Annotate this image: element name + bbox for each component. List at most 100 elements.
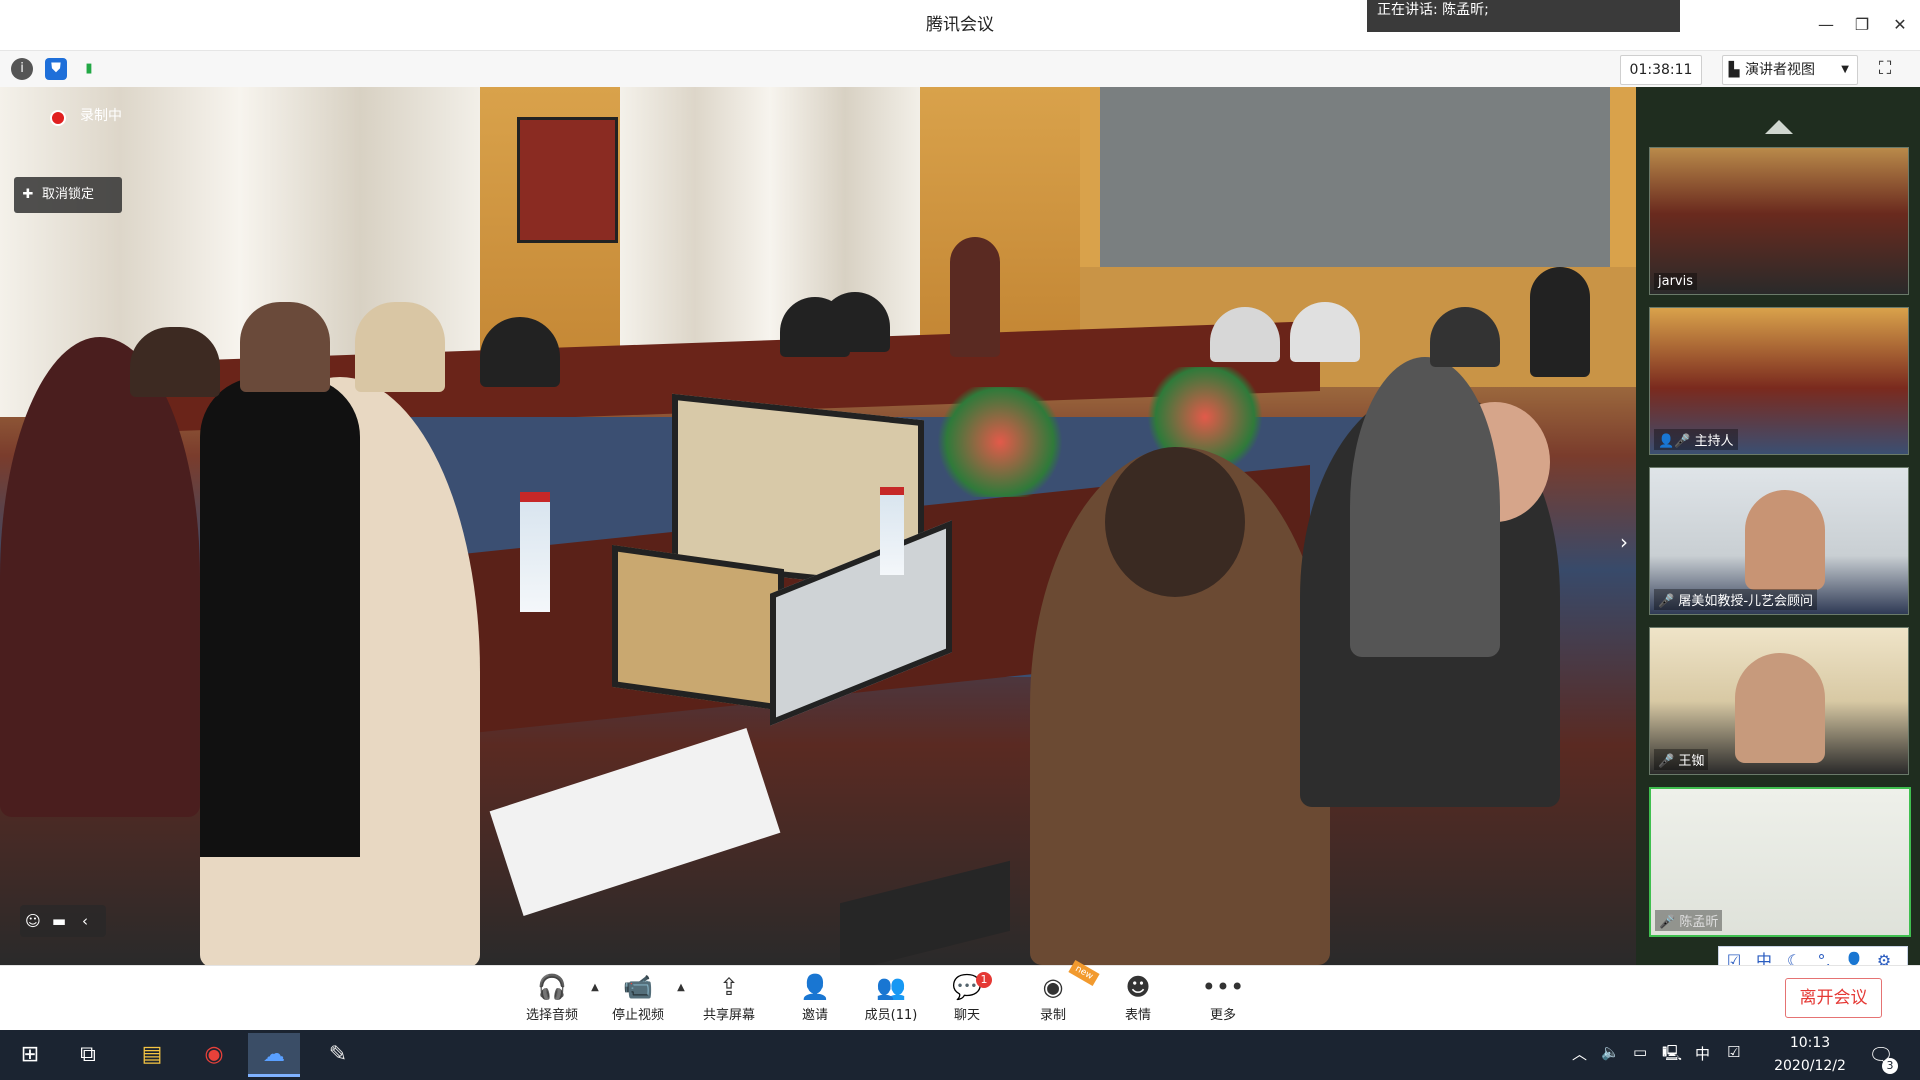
file-explorer-icon[interactable]: ▤ bbox=[126, 1033, 178, 1077]
tile-label-text: 主持人 bbox=[1694, 434, 1734, 449]
share-screen-icon: ⇪ bbox=[718, 973, 740, 1001]
participant-face bbox=[1735, 653, 1825, 763]
reactions-button[interactable]: ☻ 表情 bbox=[1099, 970, 1177, 1026]
chevron-right-icon[interactable]: › bbox=[1620, 530, 1628, 554]
unlock-label: 取消锁定 bbox=[42, 187, 95, 202]
chat-unread-badge: 1 bbox=[976, 972, 992, 988]
gallery-scroll-up-icon[interactable] bbox=[1765, 120, 1793, 134]
wood-panel bbox=[920, 87, 1080, 337]
tile-label: 🎤 屠美如教授-儿艺会顾问 bbox=[1654, 589, 1818, 610]
layout-icon: ▙ bbox=[1728, 62, 1740, 78]
view-mode-dropdown[interactable]: ▙ 演讲者视图 ▼ bbox=[1722, 55, 1858, 85]
person bbox=[355, 302, 445, 392]
person bbox=[240, 302, 330, 392]
person-hair bbox=[200, 377, 360, 857]
members-button[interactable]: 👥 成员(11) bbox=[852, 970, 930, 1026]
network-icon[interactable]: 🖳 bbox=[1662, 1043, 1682, 1068]
emoji-icon[interactable]: ☺ bbox=[20, 905, 46, 937]
clock-time[interactable]: 10:13 bbox=[1770, 1035, 1850, 1051]
ime-indicator[interactable]: 中 bbox=[1695, 1043, 1710, 1064]
recording-label: 录制中 bbox=[80, 108, 122, 124]
person bbox=[1350, 357, 1500, 657]
leave-meeting-button[interactable]: 离开会议 bbox=[1785, 978, 1882, 1018]
water-bottle bbox=[520, 492, 550, 612]
button-label: 更多 bbox=[1209, 1008, 1236, 1023]
chat-bubble-icon[interactable]: ▬ bbox=[46, 905, 72, 937]
headset-icon: 🎧 bbox=[537, 973, 567, 1001]
minimize-button[interactable]: — bbox=[1812, 12, 1840, 38]
tile-label: 🎤 王铷 bbox=[1654, 749, 1709, 770]
mic-icon: 🎤 bbox=[1658, 754, 1679, 769]
person bbox=[480, 317, 560, 387]
video-tile[interactable]: 👤🎤 主持人 bbox=[1649, 307, 1909, 455]
members-icon: 👥 bbox=[876, 973, 906, 1001]
keyboard bbox=[840, 860, 1010, 965]
volume-icon[interactable]: 🔈 bbox=[1601, 1043, 1620, 1061]
tray-expand-icon[interactable]: ︿ bbox=[1572, 1043, 1587, 1064]
chevron-left-icon[interactable]: ‹ bbox=[72, 905, 98, 937]
emoji-icon: ☻ bbox=[1125, 973, 1151, 1001]
wall-painting bbox=[517, 117, 618, 243]
person-hair bbox=[1105, 447, 1245, 597]
task-view-icon[interactable]: ⧉ bbox=[62, 1033, 114, 1077]
laptop bbox=[612, 544, 784, 712]
stop-video-button[interactable]: 📹 停止视频 bbox=[599, 970, 677, 1026]
button-label: 共享屏幕 bbox=[702, 1008, 755, 1023]
person bbox=[950, 237, 1000, 357]
video-tile[interactable]: 🎤 王铷 bbox=[1649, 627, 1909, 775]
start-windows-icon[interactable]: ⊞ bbox=[4, 1033, 56, 1077]
wall-screen bbox=[1100, 87, 1610, 267]
view-mode-label: 演讲者视图 bbox=[1745, 62, 1815, 78]
button-label: 聊天 bbox=[953, 1008, 980, 1023]
browser-icon[interactable]: ◉ bbox=[188, 1033, 240, 1077]
tile-label: jarvis bbox=[1654, 273, 1698, 290]
share-screen-button[interactable]: ⇪ 共享屏幕 bbox=[690, 970, 768, 1026]
security-check-icon[interactable]: ☑ bbox=[1727, 1043, 1740, 1061]
video-tile[interactable]: 🎤 屠美如教授-儿艺会顾问 bbox=[1649, 467, 1909, 615]
button-label: 成员(11) bbox=[864, 1008, 918, 1023]
mic-active-icon: 🎤 bbox=[1659, 915, 1680, 930]
recording-indicator-icon bbox=[50, 110, 66, 126]
video-tile[interactable]: jarvis bbox=[1649, 147, 1909, 295]
more-icon: ••• bbox=[1201, 973, 1245, 1001]
invite-icon: 👤 bbox=[800, 973, 830, 1001]
button-label: 选择音频 bbox=[525, 1008, 578, 1023]
flower-arrangement bbox=[930, 387, 1070, 497]
person bbox=[130, 327, 220, 397]
chevron-down-icon: ▼ bbox=[1841, 64, 1849, 75]
paper bbox=[489, 727, 781, 917]
tile-label-text: 陈孟昕 bbox=[1679, 915, 1719, 930]
person bbox=[0, 337, 200, 817]
info-icon[interactable]: i bbox=[11, 58, 33, 80]
clock-date[interactable]: 2020/12/2 bbox=[1760, 1058, 1860, 1074]
video-options-caret-icon[interactable]: ▲ bbox=[674, 982, 688, 993]
notification-count-badge: 3 bbox=[1882, 1058, 1898, 1074]
fullscreen-icon[interactable]: ⛶ bbox=[1872, 56, 1898, 82]
paint-app-icon[interactable]: ✎ bbox=[312, 1033, 364, 1077]
close-button[interactable]: ✕ bbox=[1886, 12, 1914, 38]
restore-button[interactable]: ❐ bbox=[1848, 12, 1876, 38]
tile-label: 👤🎤 主持人 bbox=[1654, 429, 1738, 450]
signal-icon[interactable]: ▮ bbox=[78, 58, 100, 80]
chat-icon: 💬 bbox=[952, 973, 982, 1001]
unlock-button[interactable]: ✚ 取消锁定 bbox=[14, 177, 122, 213]
person bbox=[1530, 267, 1590, 377]
invite-button[interactable]: 👤 邀请 bbox=[776, 970, 854, 1026]
participant-face bbox=[1745, 490, 1825, 590]
chat-button[interactable]: 💬 聊天 bbox=[928, 970, 1006, 1026]
tile-label-text: 王铷 bbox=[1678, 754, 1705, 769]
shield-icon[interactable]: ⛊ bbox=[45, 58, 67, 80]
button-label: 停止视频 bbox=[611, 1008, 664, 1023]
mic-muted-icon: 🎤 bbox=[1658, 594, 1679, 609]
tile-label: 🎤 陈孟昕 bbox=[1655, 910, 1723, 931]
select-audio-button[interactable]: 🎧 选择音频 bbox=[513, 970, 591, 1026]
speaking-banner: 正在讲话: 陈孟昕; bbox=[1367, 0, 1680, 32]
button-label: 表情 bbox=[1124, 1008, 1151, 1023]
video-tile-active-speaker[interactable]: 🎤 陈孟昕 bbox=[1649, 787, 1911, 937]
battery-icon[interactable]: ▭ bbox=[1633, 1043, 1647, 1061]
host-icon: 👤🎤 bbox=[1658, 434, 1695, 449]
water-bottle bbox=[880, 487, 904, 575]
more-button[interactable]: ••• 更多 bbox=[1184, 970, 1262, 1026]
button-label: 邀请 bbox=[801, 1008, 828, 1023]
tencent-meeting-taskbar-icon[interactable]: ☁ bbox=[248, 1033, 300, 1077]
